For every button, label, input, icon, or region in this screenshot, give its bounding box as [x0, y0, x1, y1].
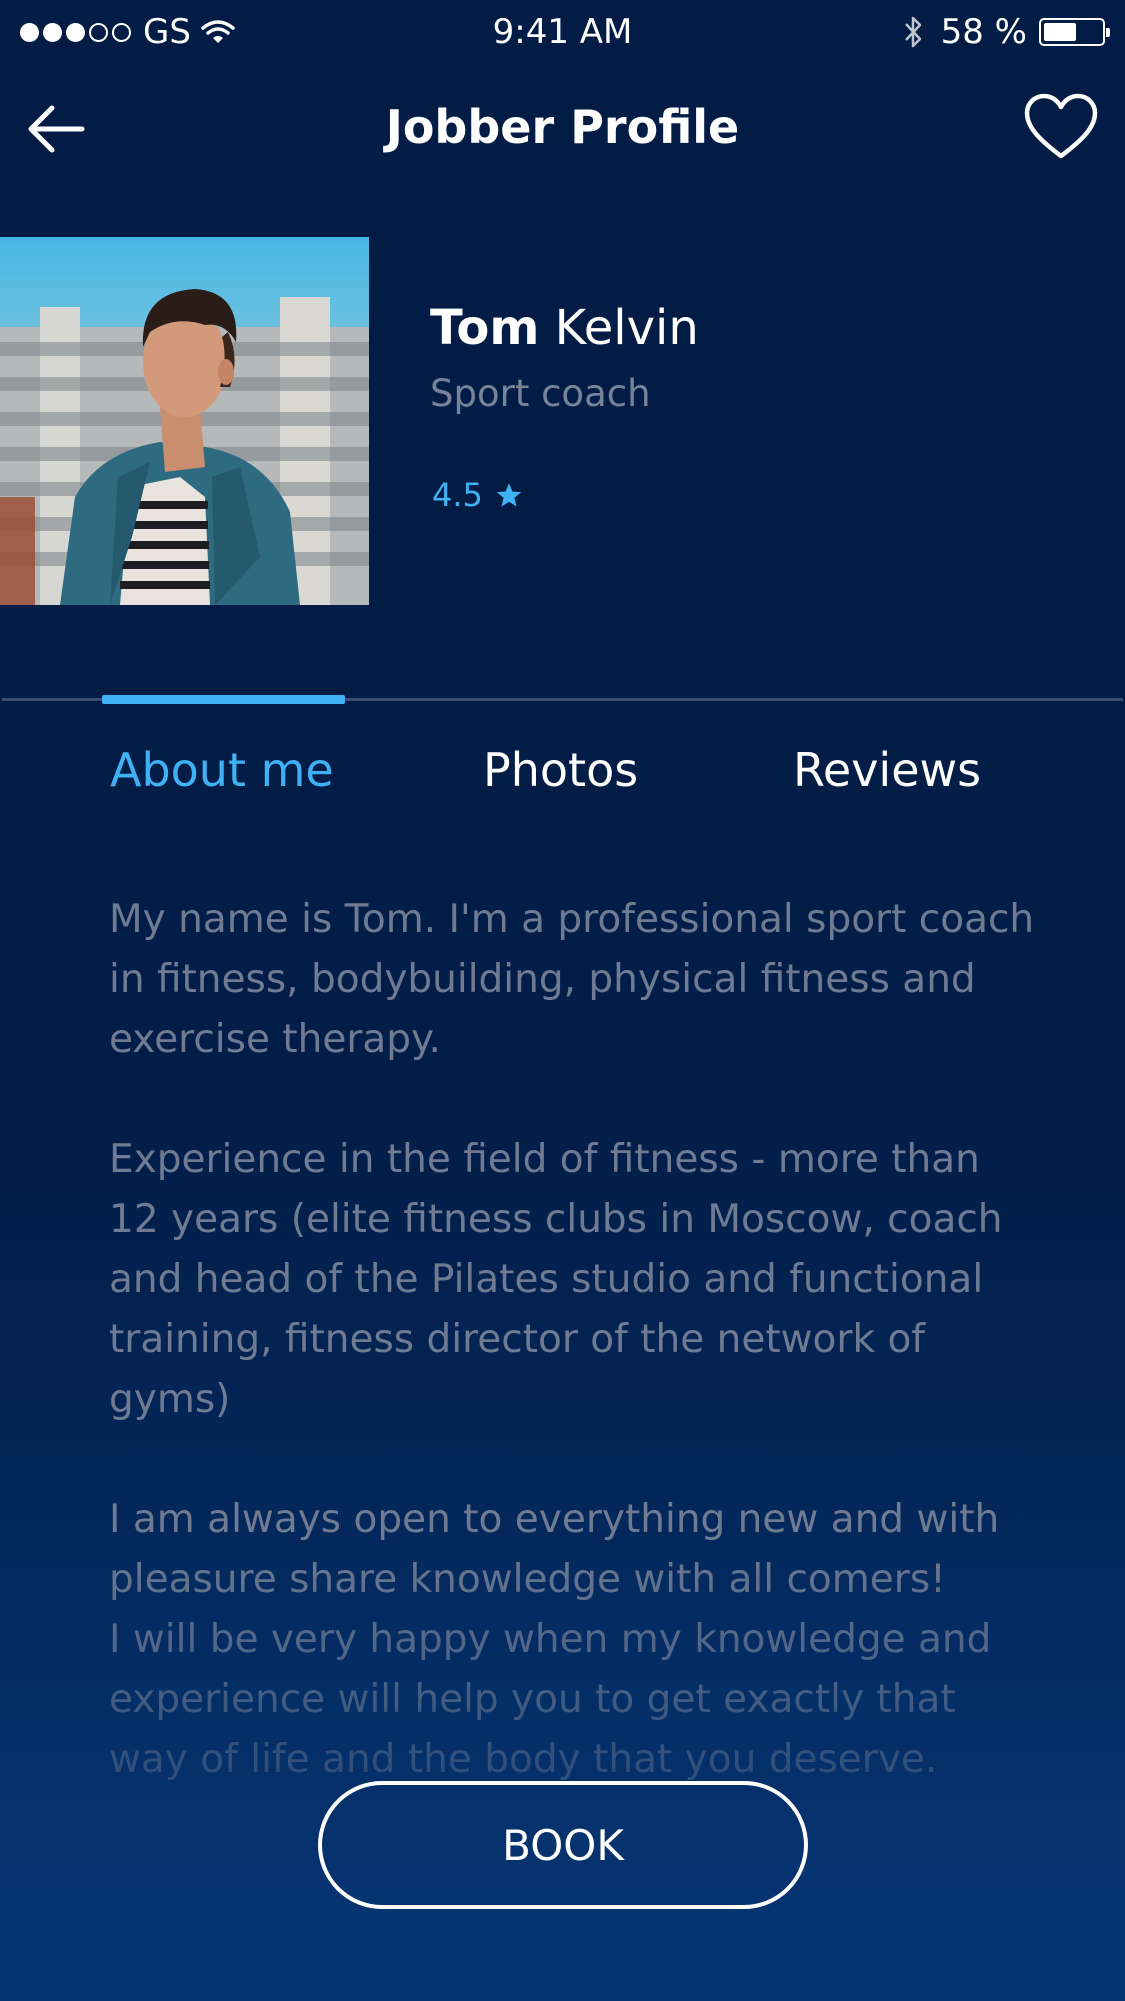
about-paragraph: I am always open to everything new and w… — [109, 1497, 1000, 1602]
nav-bar: Jobber Profile — [0, 78, 1125, 178]
profile-name: Tom Kelvin — [430, 300, 699, 356]
book-button[interactable]: BOOK — [318, 1781, 808, 1909]
tab-about-me[interactable]: About me — [110, 743, 334, 797]
tab-reviews[interactable]: Reviews — [793, 743, 981, 797]
battery-fill — [1044, 23, 1077, 41]
tab-photos[interactable]: Photos — [483, 743, 638, 797]
rating-value: 4.5 — [432, 476, 483, 514]
profile-rating: 4.5 — [432, 476, 523, 514]
about-text: My name is Tom. I'm a professional sport… — [109, 890, 1039, 1790]
battery-percent: 58 % — [940, 12, 1027, 52]
battery-nub — [1106, 28, 1110, 37]
bluetooth-icon — [904, 16, 921, 48]
about-paragraph: My name is Tom. I'm a professional sport… — [109, 897, 1035, 1062]
page-title: Jobber Profile — [385, 100, 740, 154]
profile-photo-image — [0, 237, 369, 605]
profile-role: Sport coach — [430, 372, 651, 415]
tab-active-indicator — [102, 695, 345, 704]
star-icon — [496, 482, 522, 507]
profile-photo[interactable] — [0, 237, 369, 605]
status-bar: GS 9:41 AM 58 % — [0, 0, 1125, 62]
battery-icon — [1039, 18, 1110, 46]
about-paragraph: Experience in the field of fitness - mor… — [109, 1137, 1003, 1422]
profile-last-name: Kelvin — [554, 300, 699, 356]
heart-icon[interactable] — [1023, 92, 1099, 162]
about-paragraph: I will be very happy when my knowledge a… — [109, 1617, 992, 1782]
profile-first-name: Tom — [430, 300, 540, 356]
battery-area: 58 % — [903, 12, 1110, 52]
